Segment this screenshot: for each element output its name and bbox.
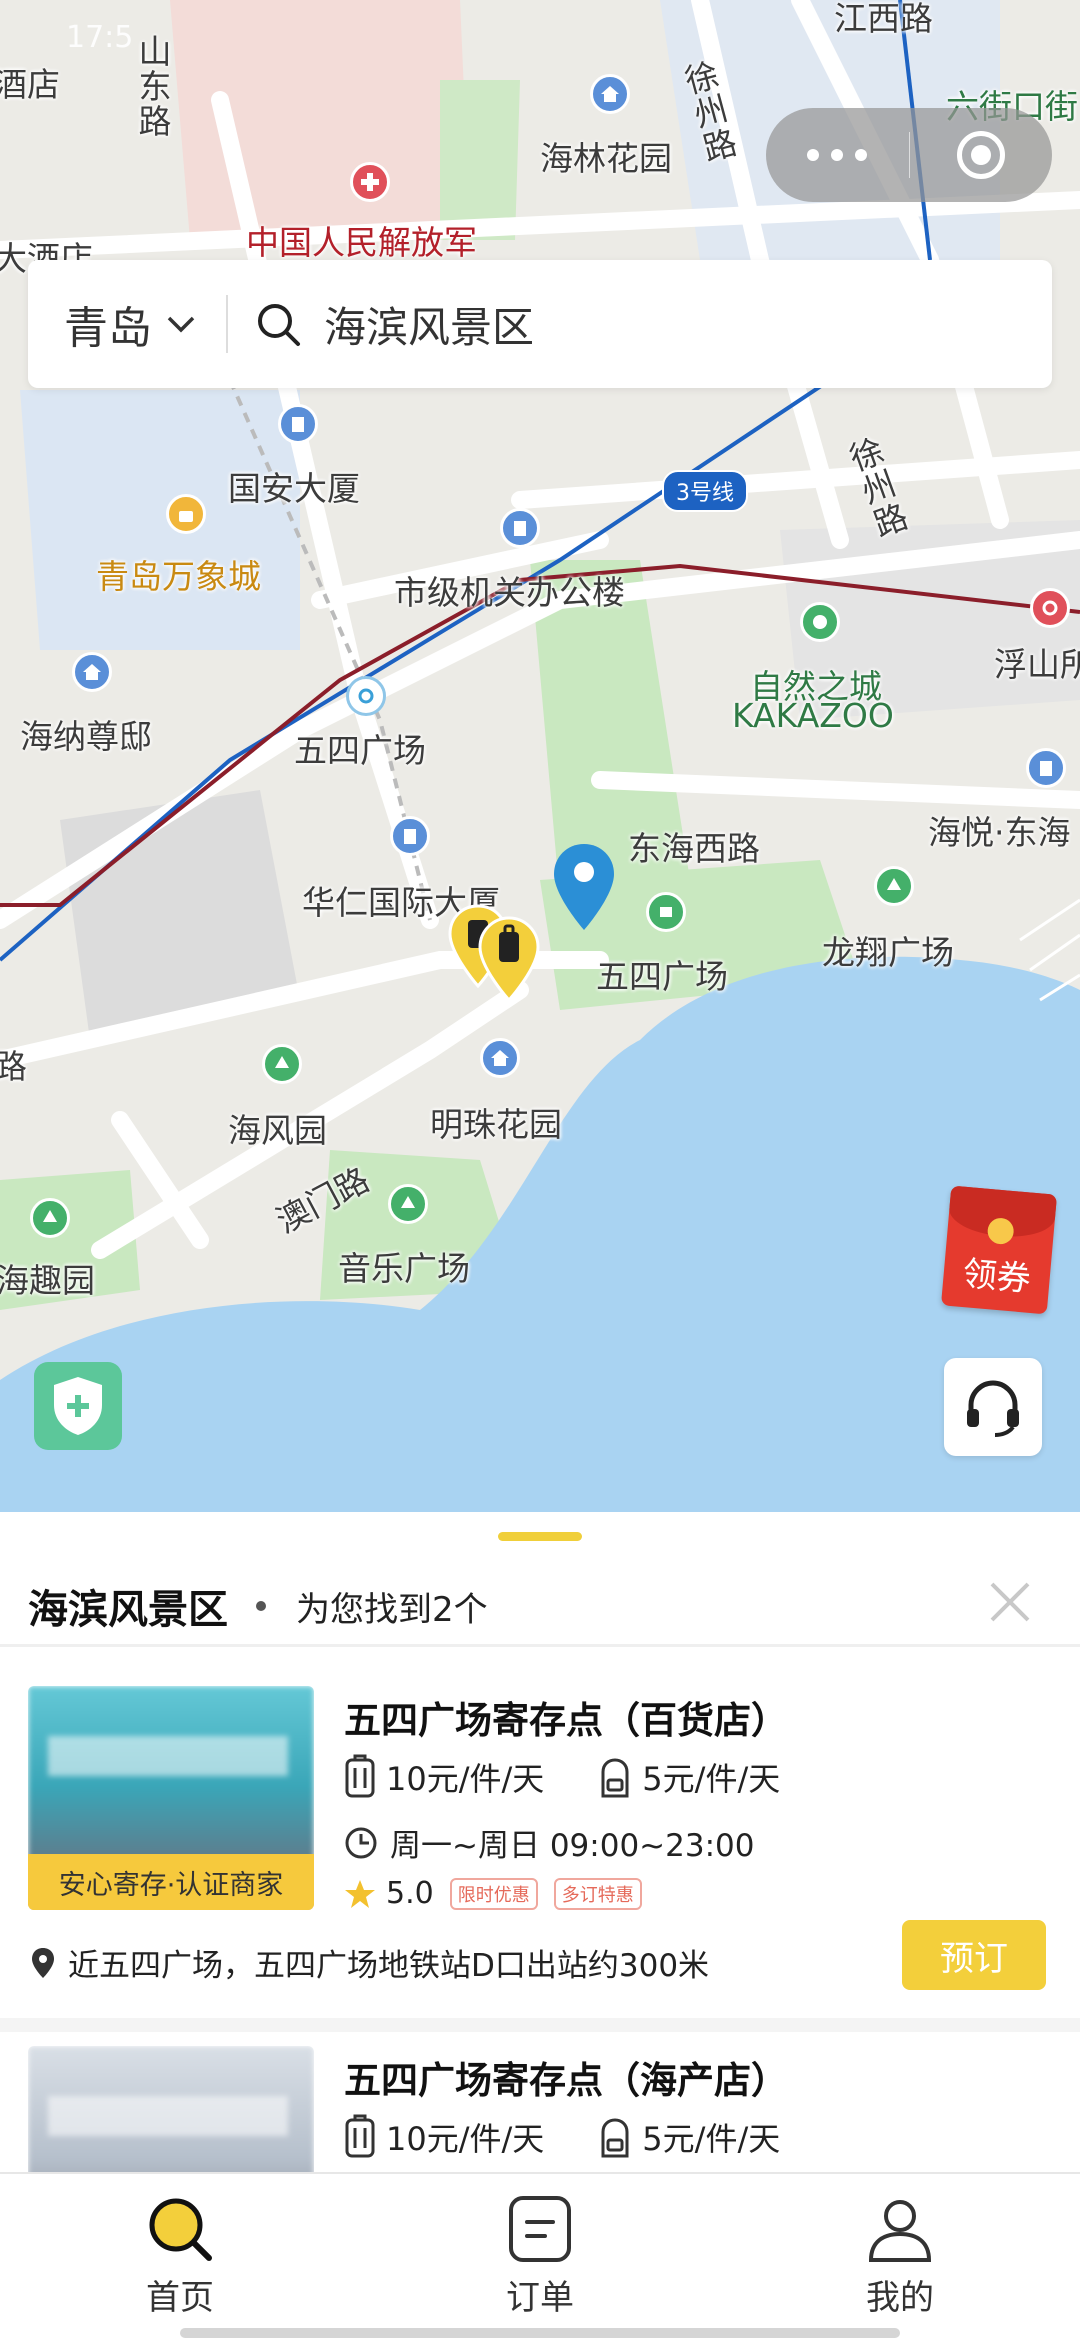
park-icon — [262, 1044, 302, 1084]
map-label: 海林花园 — [540, 139, 672, 178]
building-icon — [1026, 748, 1066, 788]
close-miniprogram-button[interactable] — [910, 131, 1053, 179]
building-icon — [390, 816, 430, 856]
location-pin-icon[interactable] — [552, 842, 616, 932]
storage-thumbnail: 安心寄存·认证商家 — [28, 1686, 314, 1910]
metro-line-badge: 3号线 — [662, 470, 748, 512]
storage-thumbnail — [28, 2046, 314, 2172]
shield-icon — [54, 1377, 102, 1435]
map-label: 音乐广场 — [338, 1249, 470, 1288]
bag-price: 5元/件/天 — [642, 1760, 781, 1798]
map-label: 市级机关办公楼 — [394, 573, 625, 612]
map-label: 国安大厦 — [228, 469, 360, 508]
residence-icon — [480, 1038, 520, 1078]
sheet-title: 海滨风景区 — [28, 1587, 228, 1633]
clock-icon — [345, 1827, 377, 1858]
zoo-icon — [800, 602, 840, 642]
residence-icon — [72, 652, 112, 692]
tab-profile-label: 我的 — [866, 2278, 934, 2318]
map-label: 海悦·东海 — [928, 813, 1071, 852]
coupon-button[interactable]: 领券 — [940, 1185, 1058, 1315]
luggage-icon — [345, 2114, 375, 2158]
promo-tag: 多订特惠 — [553, 1877, 642, 1910]
status-bar: 17:5 — [0, 0, 1080, 86]
storage-address: 近五四广场，五四广场地铁站D口出站约300米 — [68, 1948, 710, 1984]
map-base — [0, 0, 1080, 1512]
map-label: 龙翔广场 — [822, 933, 954, 972]
search-bar: 青岛 — [28, 260, 1052, 388]
map-label: 路 — [0, 1047, 27, 1086]
safety-button[interactable] — [34, 1362, 122, 1450]
luggage-price: 10元/件/天 — [386, 1760, 545, 1798]
results-sheet: 海滨风景区 为您找到2个 安心寄存·认证商家 五四广场寄存点（百货店） 10元/… — [0, 1512, 1080, 2172]
verified-badge: 安心寄存·认证商家 — [28, 1854, 314, 1910]
sheet-drag-handle[interactable] — [498, 1532, 582, 1541]
tab-bar: 首页 订单 我的 — [0, 2172, 1080, 2340]
tab-home-label: 首页 — [146, 2278, 214, 2318]
rating-value: 5.0 — [386, 1876, 434, 1911]
storage-point-card[interactable]: 五四广场寄存点（海产店） 10元/件/天 5元/件/天 — [0, 2032, 1080, 2172]
promo-tag: 限时优惠 — [449, 1877, 538, 1910]
metro-station-icon — [1030, 588, 1070, 628]
miniprogram-capsule — [766, 108, 1052, 202]
scenic-spot-icon — [646, 892, 686, 932]
tab-profile[interactable]: 我的 — [800, 2192, 1000, 2319]
more-options-button[interactable] — [766, 149, 909, 161]
city-label: 青岛 — [64, 303, 152, 354]
storage-name: 五四广场寄存点（海产店） — [344, 2059, 788, 2102]
search-home-icon — [149, 2198, 212, 2261]
building-icon — [278, 404, 318, 444]
map-view[interactable]: 江西路 六街口街 山东路 酒店 大酒店 中国人民解放军 海林花园 徐州路 徐州路… — [0, 0, 1080, 1512]
map-label: 海纳尊邸 — [20, 717, 152, 756]
map-label: 五四广场 — [596, 957, 728, 996]
sheet-header: 海滨风景区 为您找到2个 — [28, 1566, 1052, 1646]
bag-price: 5元/件/天 — [642, 2120, 781, 2158]
park-icon — [388, 1184, 428, 1224]
park-icon — [30, 1198, 70, 1238]
coupon-label: 领券 — [961, 1254, 1033, 1300]
headset-icon — [967, 1380, 1019, 1437]
map-label: 东海西路 — [628, 829, 760, 868]
transfer-station-icon — [346, 676, 386, 716]
search-input[interactable] — [324, 299, 1024, 349]
city-selector[interactable]: 青岛 — [28, 292, 226, 356]
storage-name: 五四广场寄存点（百货店） — [344, 1699, 788, 1742]
office-icon — [500, 508, 540, 548]
map-label: 明珠花园 — [430, 1105, 562, 1144]
shopping-icon — [166, 494, 206, 534]
luggage-price: 10元/件/天 — [386, 2120, 545, 2158]
storage-point-card[interactable]: 安心寄存·认证商家 五四广场寄存点（百货店） 10元/件/天 5元/件/天 周一… — [0, 1672, 1080, 2012]
close-icon[interactable] — [982, 1574, 1038, 1630]
location-icon — [32, 1947, 54, 1978]
storage-marker-icon[interactable] — [478, 916, 540, 1002]
user-icon — [868, 2200, 932, 2262]
map-label: KAKAZOO — [732, 696, 894, 735]
map-label: 浮山所 — [994, 645, 1080, 684]
status-time: 17:5 — [66, 20, 134, 55]
result-count: 为您找到2个 — [296, 1589, 488, 1630]
map-label: 中国人民解放军 — [246, 223, 477, 262]
tab-home[interactable]: 首页 — [80, 2192, 280, 2319]
map-label: 青岛万象城 — [96, 557, 261, 596]
tab-orders-label: 订单 — [506, 2278, 574, 2318]
luggage-icon — [345, 1754, 375, 1798]
hospital-icon — [350, 162, 390, 202]
target-icon — [956, 131, 1005, 179]
backpack-icon — [601, 2118, 629, 2158]
map-label: 海风园 — [228, 1111, 327, 1150]
search-icon — [258, 304, 300, 346]
tab-orders[interactable]: 订单 — [440, 2192, 640, 2319]
order-list-icon — [509, 2196, 571, 2262]
map-label: 五四广场 — [294, 731, 426, 770]
star-icon — [345, 1879, 375, 1908]
chevron-down-icon — [167, 316, 195, 333]
home-indicator — [180, 2328, 900, 2338]
park-icon — [874, 866, 914, 906]
customer-service-button[interactable] — [944, 1358, 1042, 1456]
map-label: 海趣园 — [0, 1261, 95, 1300]
opening-hours: 周一~周日 09:00~23:00 — [390, 1828, 755, 1864]
book-button[interactable]: 预订 — [902, 1920, 1046, 1990]
backpack-icon — [601, 1758, 629, 1798]
